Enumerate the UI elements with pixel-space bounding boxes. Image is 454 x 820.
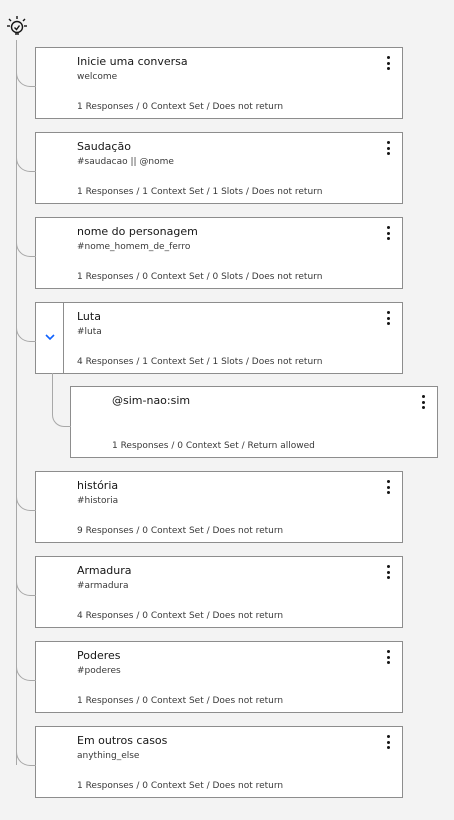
node-summary: 4 Responses / 1 Context Set / 1 Slots / … [77,357,323,367]
node-title: Inicie uma conversa [77,55,188,68]
overflow-menu-icon[interactable] [384,649,392,665]
node-title: Luta [77,310,101,323]
overflow-menu-icon[interactable] [384,55,392,71]
node-connector [16,574,36,596]
collapse-toggle[interactable] [36,303,64,373]
dialog-node-historia[interactable]: história #historia 9 Responses / 0 Conte… [16,471,403,543]
dialog-node-welcome[interactable]: Inicie uma conversa welcome 1 Responses … [16,47,403,119]
node-connector [52,392,71,427]
dialog-child-node-sim[interactable]: @sim-nao:sim 1 Responses / 0 Context Set… [52,386,438,458]
node-title: nome do personagem [77,225,198,238]
node-condition: #nome_homem_de_ferro [77,242,191,252]
node-condition: #luta [77,327,102,337]
node-summary: 1 Responses / 1 Context Set / 1 Slots / … [77,187,323,197]
node-title: Saudação [77,140,131,153]
node-summary: 1 Responses / 0 Context Set / Does not r… [77,102,284,112]
tree-line [16,40,17,765]
node-connector [16,489,36,511]
overflow-menu-icon[interactable] [384,734,392,750]
child-tree-line [52,373,53,393]
node-condition: #armadura [77,581,129,591]
node-title: @sim-nao:sim [112,394,191,407]
dialog-node-anything-else[interactable]: Em outros casos anything_else 1 Response… [16,726,403,798]
dialog-node-armadura[interactable]: Armadura #armadura 4 Responses / 0 Conte… [16,556,403,628]
overflow-menu-icon[interactable] [384,225,392,241]
node-condition: #poderes [77,666,121,676]
dialog-node-saudacao[interactable]: Saudação #saudacao || @nome 1 Responses … [16,132,403,204]
node-connector [16,659,36,681]
node-condition: welcome [77,72,118,82]
node-summary: 9 Responses / 0 Context Set / Does not r… [77,526,284,536]
node-connector [16,150,36,172]
overflow-menu-icon[interactable] [384,479,392,495]
dialog-node-poderes[interactable]: Poderes #poderes 1 Responses / 0 Context… [16,641,403,713]
node-condition: anything_else [77,751,140,761]
node-title: Em outros casos [77,734,168,747]
watson-bulb-icon [6,15,28,37]
node-summary: 4 Responses / 0 Context Set / Does not r… [77,611,284,621]
node-summary: 1 Responses / 0 Context Set / 0 Slots / … [77,272,323,282]
node-connector [16,235,36,257]
dialog-node-luta[interactable]: Luta #luta 4 Responses / 1 Context Set /… [16,302,403,374]
overflow-menu-icon[interactable] [419,394,427,410]
node-title: história [77,479,119,492]
node-summary: 1 Responses / 0 Context Set / Does not r… [77,781,284,791]
overflow-menu-icon[interactable] [384,564,392,580]
dialog-node-nome-personagem[interactable]: nome do personagem #nome_homem_de_ferro … [16,217,403,289]
node-title: Armadura [77,564,132,577]
overflow-menu-icon[interactable] [384,310,392,326]
node-condition: #saudacao || @nome [77,157,174,167]
node-title: Poderes [77,649,121,662]
node-connector [16,320,36,342]
node-connector [16,65,36,87]
node-condition: #historia [77,496,119,506]
overflow-menu-icon[interactable] [384,140,392,156]
chevron-down-icon [45,334,55,341]
node-summary: 1 Responses / 0 Context Set / Does not r… [77,696,284,706]
node-summary: 1 Responses / 0 Context Set / Return all… [112,441,315,451]
node-connector [16,744,36,766]
